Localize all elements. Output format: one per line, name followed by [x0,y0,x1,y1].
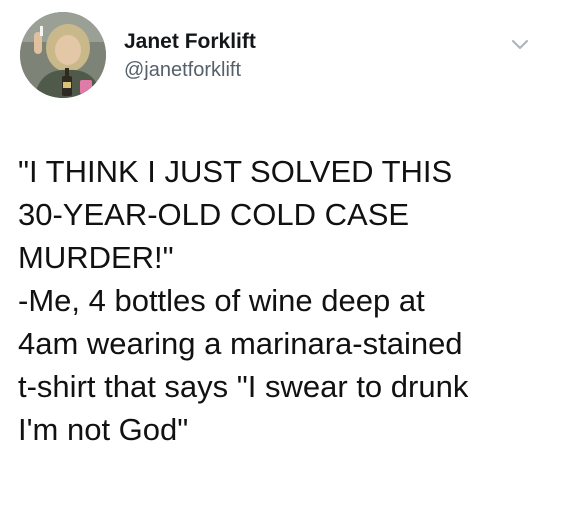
display-name[interactable]: Janet Forklift [124,30,256,54]
chevron-down-icon[interactable] [510,38,530,52]
tweet-text-line: t-shirt that says "I swear to drunk [18,369,469,404]
tweet-text-line: 4am wearing a marinara-stained [18,326,463,361]
tweet-text-line: "I THINK I JUST SOLVED THIS [18,154,453,189]
avatar[interactable] [20,12,106,98]
tweet-author: Janet Forklift @janetforklift [124,30,256,82]
tweet-text-line: MURDER!" [18,240,174,275]
tweet-text-line: -Me, 4 bottles of wine deep at [18,283,425,318]
user-handle[interactable]: @janetforklift [124,58,256,82]
tweet-text-line: 30-YEAR-OLD COLD CASE [18,197,410,232]
tweet-text: "I THINK I JUST SOLVED THIS 30-YEAR-OLD … [18,150,553,451]
tweet-header: Janet Forklift @janetforklift [20,12,540,98]
tweet-card: Janet Forklift @janetforklift "I THINK I… [0,0,563,523]
tweet-text-line: I'm not God" [18,412,189,447]
avatar-image [20,12,106,98]
